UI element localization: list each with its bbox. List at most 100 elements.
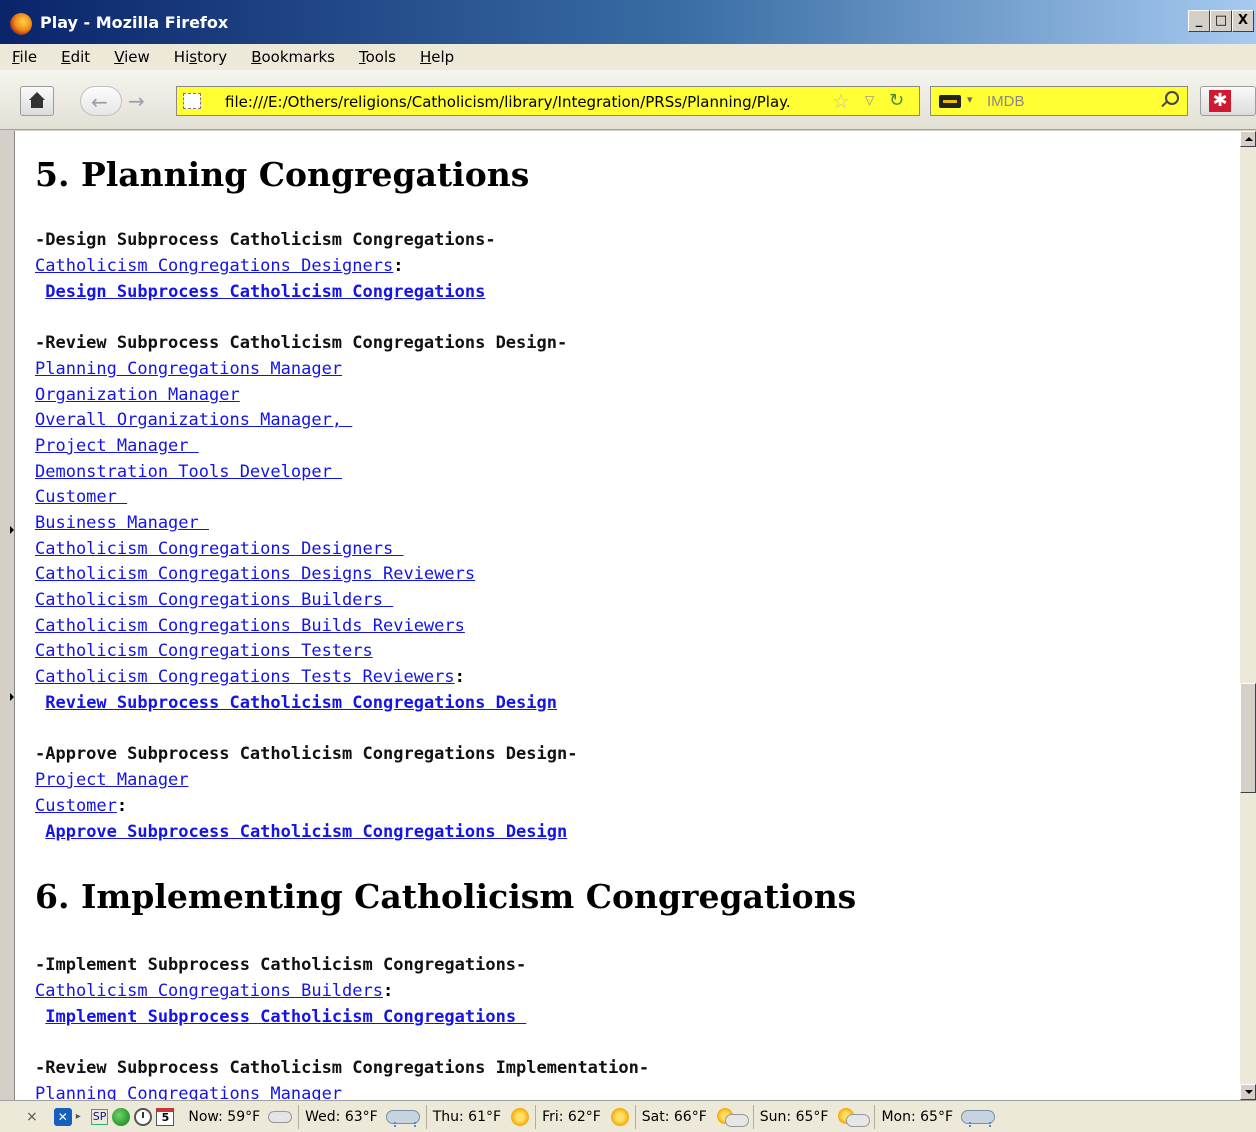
- task-link[interactable]: Design Subprocess Catholicism Congregati…: [45, 282, 485, 302]
- close-button[interactable]: X: [1232, 10, 1254, 32]
- role-line: Catholicism Congregations Tests Reviewer…: [35, 667, 465, 687]
- process-header: -Approve Subprocess Catholicism Congrega…: [35, 744, 578, 764]
- task-line: Approve Subprocess Catholicism Congregat…: [35, 821, 567, 843]
- task-line: Implement Subprocess Catholicism Congreg…: [35, 1006, 526, 1028]
- reload-icon[interactable]: ↻: [889, 90, 904, 111]
- vertical-scrollbar[interactable]: [1240, 131, 1256, 1100]
- scroll-down-button[interactable]: [1240, 1084, 1256, 1100]
- sp-icon[interactable]: SP: [90, 1108, 109, 1125]
- role-link[interactable]: Catholicism Congregations Builders: [35, 981, 383, 1001]
- search-placeholder[interactable]: IMDB: [987, 93, 1025, 110]
- role-line: Catholicism Congregations Builders:: [35, 981, 394, 1001]
- role-line: Business Manager: [35, 512, 209, 534]
- sidebar-grip[interactable]: [0, 131, 14, 1100]
- extension-x-icon[interactable]: ✕: [53, 1107, 72, 1126]
- menu-file[interactable]: File: [12, 48, 37, 66]
- role-line: Catholicism Congregations Testers: [35, 640, 373, 662]
- page-content: 5. Planning Congregations -Design Subpro…: [14, 131, 1240, 1100]
- role-line: Organization Manager: [35, 384, 240, 406]
- section-heading: 5. Planning Congregations: [35, 155, 530, 194]
- search-icon[interactable]: [1165, 91, 1179, 105]
- engine-dropdown-icon[interactable]: ▾: [967, 93, 973, 106]
- role-link[interactable]: Catholicism Congregations Tests Reviewer…: [35, 667, 455, 687]
- role-link[interactable]: Catholicism Congregations Testers: [35, 641, 373, 661]
- menu-view[interactable]: View: [114, 48, 150, 66]
- role-link[interactable]: Planning Congregations Manager: [35, 1084, 342, 1100]
- role-link[interactable]: Catholicism Congregations Designers: [35, 256, 393, 276]
- weather-thu[interactable]: Thu: 61°F: [427, 1104, 537, 1129]
- scroll-up-button[interactable]: [1240, 131, 1256, 147]
- calendar-icon[interactable]: 5: [156, 1107, 175, 1126]
- menu-help[interactable]: Help: [420, 48, 454, 66]
- title-bar: Play - Mozilla Firefox _ □ X: [0, 0, 1256, 44]
- menu-edit[interactable]: Edit: [61, 48, 90, 66]
- role-line: Catholicism Congregations Designs Review…: [35, 563, 475, 585]
- task-link[interactable]: Review Subprocess Catholicism Congregati…: [45, 693, 557, 713]
- status-bar: × ✕ ▸ SP 5 Now: 59°F Wed: 63°F Thu: 61°F…: [0, 1100, 1256, 1132]
- menu-bookmarks[interactable]: Bookmarks: [251, 48, 335, 66]
- search-bar[interactable]: ▾ IMDB: [930, 86, 1188, 116]
- extension-arrow-icon[interactable]: ▸: [76, 1111, 81, 1122]
- process-header: -Review Subprocess Catholicism Congregat…: [35, 1058, 650, 1078]
- role-link[interactable]: Catholicism Congregations Designs Review…: [35, 564, 475, 584]
- minimize-button[interactable]: _: [1188, 10, 1210, 32]
- url-text[interactable]: file:///E:/Others/religions/Catholicism/…: [225, 93, 825, 111]
- role-line: Catholicism Congregations Builders: [35, 589, 393, 611]
- navigation-toolbar: file:///E:/Others/religions/Catholicism/…: [0, 70, 1256, 130]
- partly-cloudy-icon: [838, 1107, 871, 1127]
- site-identity-icon[interactable]: [183, 93, 201, 109]
- role-link[interactable]: Project Manager: [35, 436, 199, 456]
- weather-mon[interactable]: Mon: 65°F: [875, 1105, 1001, 1129]
- weather-now[interactable]: Now: 59°F: [182, 1104, 300, 1129]
- role-link[interactable]: Customer: [35, 487, 127, 507]
- imdb-engine-icon[interactable]: [939, 95, 961, 108]
- raincloud-icon: [385, 1108, 420, 1126]
- sun-icon: [610, 1107, 629, 1126]
- firefox-icon[interactable]: [10, 13, 32, 35]
- role-link[interactable]: Project Manager: [35, 770, 189, 790]
- process-header: -Implement Subprocess Catholicism Congre…: [35, 955, 527, 975]
- role-line: Demonstration Tools Developer: [35, 461, 342, 483]
- home-button[interactable]: [20, 86, 54, 116]
- role-line: Customer: [35, 486, 127, 508]
- back-button[interactable]: [80, 86, 122, 116]
- cloud-icon: [268, 1110, 293, 1123]
- maximize-button[interactable]: □: [1210, 10, 1232, 32]
- role-link[interactable]: Organization Manager: [35, 385, 240, 405]
- task-link[interactable]: Implement Subprocess Catholicism Congreg…: [45, 1007, 526, 1027]
- role-line: Catholicism Congregations Designers: [35, 538, 403, 560]
- status-dot-icon[interactable]: [112, 1107, 131, 1126]
- bookmark-star-icon[interactable]: ☆: [832, 89, 850, 113]
- menu-history[interactable]: History: [174, 48, 227, 66]
- clock-icon[interactable]: [134, 1107, 153, 1126]
- role-line: Project Manager: [35, 435, 199, 457]
- role-link[interactable]: Catholicism Congregations Builders: [35, 590, 393, 610]
- weather-fri[interactable]: Fri: 62°F: [536, 1104, 636, 1129]
- role-line: Customer:: [35, 796, 128, 816]
- role-line: Planning Congregations Manager: [35, 358, 342, 380]
- weather-sun[interactable]: Sun: 65°F: [754, 1104, 876, 1129]
- role-link[interactable]: Catholicism Congregations Builds Reviewe…: [35, 616, 465, 636]
- weather-sat[interactable]: Sat: 66°F: [636, 1104, 754, 1129]
- role-line: Catholicism Congregations Designers:: [35, 256, 404, 276]
- role-link[interactable]: Planning Congregations Manager: [35, 359, 342, 379]
- window-controls: _ □ X: [1188, 10, 1254, 32]
- scroll-thumb[interactable]: [1240, 683, 1256, 793]
- url-dropdown-icon[interactable]: ▽: [865, 93, 874, 107]
- role-link[interactable]: Business Manager: [35, 513, 209, 533]
- role-link[interactable]: Catholicism Congregations Designers: [35, 539, 403, 559]
- forward-button[interactable]: [124, 86, 154, 116]
- url-bar[interactable]: file:///E:/Others/religions/Catholicism/…: [176, 86, 920, 116]
- process-header: -Review Subprocess Catholicism Congregat…: [35, 333, 568, 353]
- process-header: -Design Subprocess Catholicism Congregat…: [35, 230, 496, 250]
- role-link[interactable]: Demonstration Tools Developer: [35, 462, 342, 482]
- task-link[interactable]: Approve Subprocess Catholicism Congregat…: [45, 822, 567, 842]
- role-link[interactable]: Overall Organizations Manager,: [35, 410, 352, 430]
- close-statusbar-icon[interactable]: ×: [0, 1109, 48, 1125]
- role-link[interactable]: Customer: [35, 796, 117, 816]
- task-line: Review Subprocess Catholicism Congregati…: [35, 692, 557, 714]
- sun-icon: [511, 1107, 530, 1126]
- weather-wed[interactable]: Wed: 63°F: [299, 1104, 427, 1129]
- menu-tools[interactable]: Tools: [359, 48, 396, 66]
- addon-button[interactable]: ✱: [1200, 86, 1256, 116]
